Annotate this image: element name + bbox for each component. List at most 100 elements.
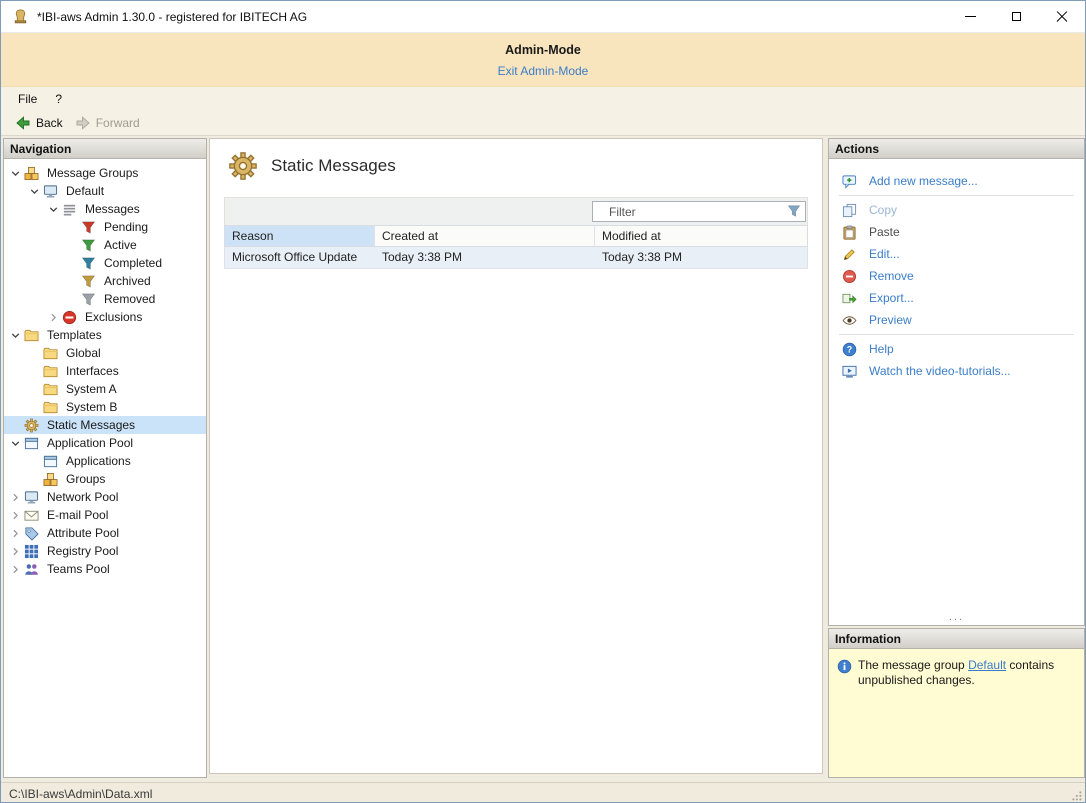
paste-icon <box>841 224 857 240</box>
action-help[interactable]: Help <box>829 338 1084 360</box>
tree-item-message-groups[interactable]: Message Groups <box>4 164 206 182</box>
chevron-down-icon[interactable] <box>27 184 42 199</box>
menu-file[interactable]: File <box>9 89 46 109</box>
copy-icon <box>841 202 857 218</box>
forward-arrow-icon <box>75 115 91 131</box>
expander-spacer <box>27 454 42 469</box>
chevron-right-icon[interactable] <box>8 526 23 541</box>
tree-item-label: Exclusions <box>82 309 145 325</box>
column-header-created-at[interactable]: Created at <box>375 226 595 246</box>
exit-admin-mode-link[interactable]: Exit Admin-Mode <box>498 64 589 78</box>
column-header-modified-at[interactable]: Modified at <box>595 226 807 246</box>
navigation-panel: Navigation Message Groups Default Messag… <box>3 138 207 778</box>
tree-item-exclusions[interactable]: Exclusions <box>4 308 206 326</box>
tree-item-label: Message Groups <box>44 165 141 181</box>
tree-item-static-messages[interactable]: Static Messages <box>4 416 206 434</box>
chevron-down-icon[interactable] <box>8 436 23 451</box>
folder-icon <box>23 327 39 343</box>
action-watch-video-tutorials[interactable]: Watch the video-tutorials... <box>829 360 1084 382</box>
tree-item-teams-pool[interactable]: Teams Pool <box>4 560 206 578</box>
chevron-down-icon[interactable] <box>8 328 23 343</box>
tree-item-system-b[interactable]: System B <box>4 398 206 416</box>
separator <box>839 195 1074 196</box>
app-window-icon <box>42 453 58 469</box>
chevron-down-icon[interactable] <box>8 166 23 181</box>
tree-item-label: Templates <box>44 327 105 343</box>
folder-icon <box>42 345 58 361</box>
gear-icon <box>228 151 258 181</box>
tree-item-pending[interactable]: Pending <box>4 218 206 236</box>
tree-item-application-pool[interactable]: Application Pool <box>4 434 206 452</box>
action-label: Add new message... <box>869 174 978 188</box>
tree-item-active[interactable]: Active <box>4 236 206 254</box>
tree-item-default[interactable]: Default <box>4 182 206 200</box>
information-body: The message group Default contains unpub… <box>829 649 1084 777</box>
back-button[interactable]: Back <box>11 113 71 133</box>
action-label: Remove <box>869 269 914 283</box>
chevron-right-icon[interactable] <box>8 562 23 577</box>
window-title: *IBI-aws Admin 1.30.0 - registered for I… <box>37 10 307 24</box>
column-header-reason[interactable]: Reason <box>225 226 375 246</box>
tree-item-label: Network Pool <box>44 489 121 505</box>
chevron-right-icon[interactable] <box>8 544 23 559</box>
registry-grid-icon <box>23 543 39 559</box>
filter-input[interactable] <box>592 201 806 222</box>
separator <box>839 334 1074 335</box>
default-group-link[interactable]: Default <box>968 658 1006 672</box>
page-title-block: Static Messages <box>228 151 396 181</box>
tree-item-applications[interactable]: Applications <box>4 452 206 470</box>
forward-button[interactable]: Forward <box>71 113 148 133</box>
resize-grip-icon[interactable] <box>1069 788 1083 802</box>
tree-item-label: Attribute Pool <box>44 525 122 541</box>
back-arrow-icon <box>15 115 31 131</box>
email-icon <box>23 507 39 523</box>
tree-item-archived[interactable]: Archived <box>4 272 206 290</box>
tree-item-email-pool[interactable]: E-mail Pool <box>4 506 206 524</box>
action-remove[interactable]: Remove <box>829 265 1084 287</box>
tree-item-label: Pending <box>101 219 151 235</box>
chevron-right-icon[interactable] <box>8 490 23 505</box>
help-icon <box>841 341 857 357</box>
menu-help[interactable]: ? <box>46 89 71 109</box>
tree-item-removed[interactable]: Removed <box>4 290 206 308</box>
tree-item-groups[interactable]: Groups <box>4 470 206 488</box>
chevron-right-icon[interactable] <box>8 508 23 523</box>
tree-item-label: Registry Pool <box>44 543 121 559</box>
video-tutorials-icon <box>841 363 857 379</box>
minimize-button[interactable] <box>947 1 993 32</box>
close-button[interactable] <box>1039 1 1085 32</box>
expander-spacer <box>65 238 80 253</box>
back-label: Back <box>36 116 63 130</box>
attribute-icon <box>23 525 39 541</box>
actions-overflow[interactable]: ... <box>829 611 1084 623</box>
chevron-right-icon[interactable] <box>46 310 61 325</box>
action-edit[interactable]: Edit... <box>829 243 1084 265</box>
funnel-icon[interactable] <box>787 204 801 218</box>
export-icon <box>841 290 857 306</box>
chevron-down-icon[interactable] <box>46 202 61 217</box>
tree-item-messages[interactable]: Messages <box>4 200 206 218</box>
table-row[interactable]: Microsoft Office Update Today 3:38 PM To… <box>224 247 808 269</box>
tree-item-global[interactable]: Global <box>4 344 206 362</box>
tree-item-interfaces[interactable]: Interfaces <box>4 362 206 380</box>
tree-item-label: Messages <box>82 201 143 217</box>
funnel-red-icon <box>80 219 96 235</box>
tree-item-templates[interactable]: Templates <box>4 326 206 344</box>
action-copy[interactable]: Copy <box>829 199 1084 221</box>
filter-row <box>224 197 808 225</box>
tree-item-label: Static Messages <box>44 417 138 433</box>
expander-spacer <box>65 220 80 235</box>
tree-item-registry-pool[interactable]: Registry Pool <box>4 542 206 560</box>
action-paste[interactable]: Paste <box>829 221 1084 243</box>
tree-item-network-pool[interactable]: Network Pool <box>4 488 206 506</box>
page-title: Static Messages <box>271 156 396 176</box>
app-window-icon <box>23 435 39 451</box>
maximize-button[interactable] <box>993 1 1039 32</box>
action-add-new-message[interactable]: Add new message... <box>829 170 1084 192</box>
tree-item-label: Archived <box>101 273 154 289</box>
tree-item-completed[interactable]: Completed <box>4 254 206 272</box>
action-export[interactable]: Export... <box>829 287 1084 309</box>
tree-item-system-a[interactable]: System A <box>4 380 206 398</box>
tree-item-attribute-pool[interactable]: Attribute Pool <box>4 524 206 542</box>
action-preview[interactable]: Preview <box>829 309 1084 331</box>
